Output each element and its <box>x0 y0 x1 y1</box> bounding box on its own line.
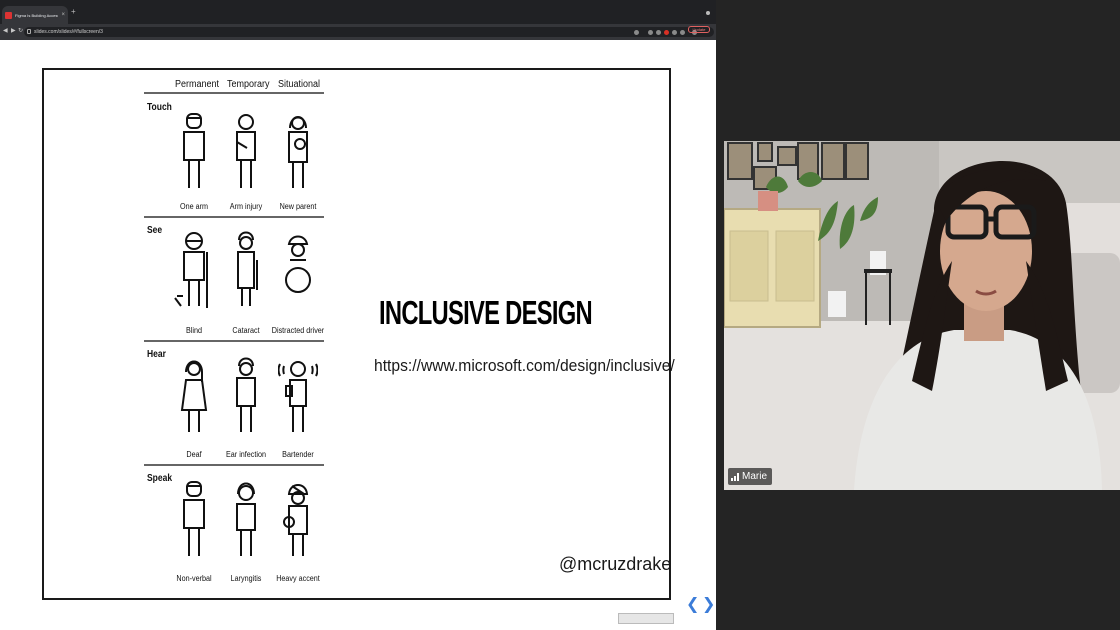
browser-tab[interactable]: Figma Is Building Accessibility... × <box>2 6 68 24</box>
cataract-figure-icon <box>226 230 266 310</box>
non-verbal-figure-icon <box>174 480 214 560</box>
presenter-handle: @mcruzdrake <box>559 554 672 574</box>
participant-name: Marie <box>742 471 768 482</box>
webcam-feed <box>724 141 1120 490</box>
update-button[interactable]: Update <box>688 26 710 33</box>
lock-icon <box>27 29 31 34</box>
column-header-situational: Situational <box>278 79 321 90</box>
tab-title: Figma Is Building Accessibility... <box>15 12 59 18</box>
previous-slide-icon[interactable]: ❮ <box>686 597 699 613</box>
bartender-figure-icon <box>278 356 318 436</box>
row-label-touch: Touch <box>147 102 172 113</box>
row-divider <box>144 340 324 342</box>
deaf-figure-icon <box>174 356 214 436</box>
distracted-driver-figure-icon <box>278 230 318 310</box>
address-bar-url: slides.com/slides/#/fullscreen/3 <box>34 29 103 35</box>
arm-injury-figure-icon <box>226 112 266 192</box>
participant-name-badge: Marie <box>728 468 773 485</box>
heavy-accent-figure-icon <box>278 480 318 560</box>
persona-spectrum-grid: Permanent Temporary Situational Touch On… <box>144 70 334 600</box>
row-label-see: See <box>147 225 163 236</box>
row-label-hear: Hear <box>147 349 166 360</box>
shared-screen-browser: Figma Is Building Accessibility... × + ◀… <box>0 0 716 630</box>
slide-headline: INCLUSIVE DESIGN <box>379 294 593 331</box>
caption-new-parent: New parent <box>279 202 317 211</box>
laryngitis-figure-icon <box>226 480 266 560</box>
signal-strength-icon <box>731 472 739 481</box>
caption-bartender: Bartender <box>282 450 314 459</box>
extension-icon[interactable] <box>634 30 639 35</box>
row-divider <box>144 216 324 218</box>
extension-icon[interactable] <box>656 30 661 35</box>
browser-toolbar: ◀ ▶ ↻ slides.com/slides/#/fullscreen/3 U… <box>0 24 716 40</box>
forward-icon[interactable]: ▶ <box>11 28 16 34</box>
extension-icon[interactable] <box>672 30 677 35</box>
site-favicon-icon <box>5 11 12 19</box>
slide-reference-link[interactable]: https://www.microsoft.com/design/inclusi… <box>374 356 675 376</box>
presentation-slide: Permanent Temporary Situational Touch On… <box>42 68 675 600</box>
tab-close-icon[interactable]: × <box>61 12 65 18</box>
participant-video-tile[interactable]: Marie <box>724 141 1120 490</box>
next-slide-icon[interactable]: ❯ <box>702 597 715 613</box>
blind-figure-icon <box>174 230 214 310</box>
column-header-temporary: Temporary <box>227 79 270 90</box>
one-arm-figure-icon <box>174 112 214 192</box>
extension-icon[interactable] <box>664 30 669 35</box>
row-divider <box>144 464 324 466</box>
corner-status-overlay <box>618 613 674 624</box>
header-divider <box>144 92 324 94</box>
caption-distracted-driver: Distracted driver <box>271 326 325 335</box>
new-tab-icon[interactable]: + <box>71 8 76 16</box>
back-icon[interactable]: ◀ <box>3 28 8 34</box>
address-bar[interactable]: slides.com/slides/#/fullscreen/3 <box>24 27 714 37</box>
extension-icon[interactable] <box>648 30 653 35</box>
browser-tab-bar: Figma Is Building Accessibility... × + <box>0 0 716 24</box>
row-label-speak: Speak <box>147 473 173 484</box>
ear-infection-figure-icon <box>226 356 266 436</box>
window-menu-icon[interactable] <box>706 11 710 15</box>
reload-icon[interactable]: ↻ <box>18 28 23 34</box>
extension-icon[interactable] <box>680 30 685 35</box>
column-header-permanent: Permanent <box>175 79 220 90</box>
caption-heavy-accent: Heavy accent <box>276 574 320 583</box>
new-parent-figure-icon <box>278 112 318 192</box>
